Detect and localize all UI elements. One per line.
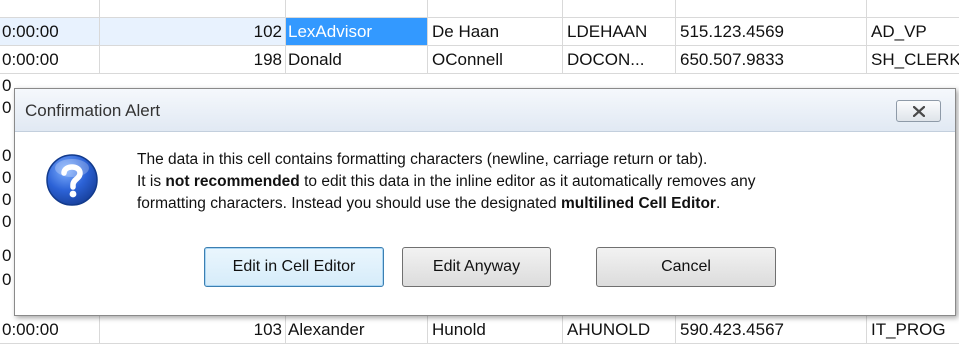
dialog-titlebar[interactable]: Confirmation Alert	[15, 89, 955, 132]
cell-phone[interactable]: 515.123.4569	[676, 18, 867, 46]
cell-time[interactable]: 0:00:00	[0, 18, 100, 46]
row-fragment: 0	[2, 270, 12, 289]
close-button[interactable]	[896, 100, 941, 122]
cell-phone[interactable]: 650.507.9833	[676, 46, 867, 74]
row-fragment: 0	[2, 246, 12, 265]
row-fragment: 0	[2, 168, 12, 187]
cell-user[interactable]: LDEHAAN	[563, 18, 676, 46]
cell-last-name[interactable]: De Haan	[428, 18, 563, 46]
table-row[interactable]: 0:00:00 102 LexAdvisor De Haan LDEHAAN 5…	[0, 18, 959, 46]
emphasis-text: multilined Cell Editor	[560, 195, 716, 212]
message-line: The data in this cell contains formattin…	[137, 151, 708, 168]
cell-time[interactable]: 0:00:00	[0, 46, 100, 74]
edit-anyway-button[interactable]: Edit Anyway	[402, 247, 551, 287]
row-fragment: 0	[2, 76, 12, 95]
table-row[interactable]	[0, 0, 959, 18]
cell-id[interactable]: 103	[100, 316, 286, 344]
cell-job[interactable]: IT_PROG	[867, 316, 959, 344]
cell-phone[interactable]: 590.423.4567	[676, 316, 867, 344]
cell-last-name[interactable]: OConnell	[428, 46, 563, 74]
message-line: formatting characters. Instead you shoul…	[137, 195, 721, 212]
cell-job[interactable]: AD_VP	[867, 18, 959, 46]
confirmation-dialog: Confirmation Alert The data in this cell…	[14, 88, 956, 316]
table-row[interactable]: 0:00:00 198 Donald OConnell DOCON... 650…	[0, 46, 959, 74]
cancel-button[interactable]: Cancel	[596, 247, 776, 287]
edit-in-cell-editor-button[interactable]: Edit in Cell Editor	[204, 247, 384, 287]
table-row[interactable]: 0:00:00 103 Alexander Hunold AHUNOLD 590…	[0, 316, 959, 344]
close-icon	[912, 105, 925, 117]
cell-id[interactable]: 102	[100, 18, 286, 46]
row-fragment: 0	[2, 212, 12, 231]
question-icon	[46, 154, 98, 206]
cell-time[interactable]: 0:00:00	[0, 316, 100, 344]
dialog-title: Confirmation Alert	[25, 101, 161, 120]
cell-job[interactable]: SH_CLERK	[867, 46, 959, 74]
cell-first-name[interactable]: Donald	[286, 46, 428, 74]
row-fragment: 0	[2, 98, 12, 117]
cell-user[interactable]: DOCON...	[563, 46, 676, 74]
cell-user[interactable]: AHUNOLD	[563, 316, 676, 344]
cell-last-name[interactable]: Hunold	[428, 316, 563, 344]
dialog-message: The data in this cell contains formattin…	[137, 149, 937, 215]
cell-first-name[interactable]: Alexander	[286, 316, 428, 344]
row-fragment: 0	[2, 190, 12, 209]
row-fragment: 0	[2, 146, 12, 165]
emphasis-text: not recommended	[165, 173, 300, 190]
cell-id[interactable]: 198	[100, 46, 286, 74]
message-line: It is not recommended to edit this data …	[137, 173, 756, 190]
cell-first-name-selected[interactable]: LexAdvisor	[286, 18, 428, 46]
